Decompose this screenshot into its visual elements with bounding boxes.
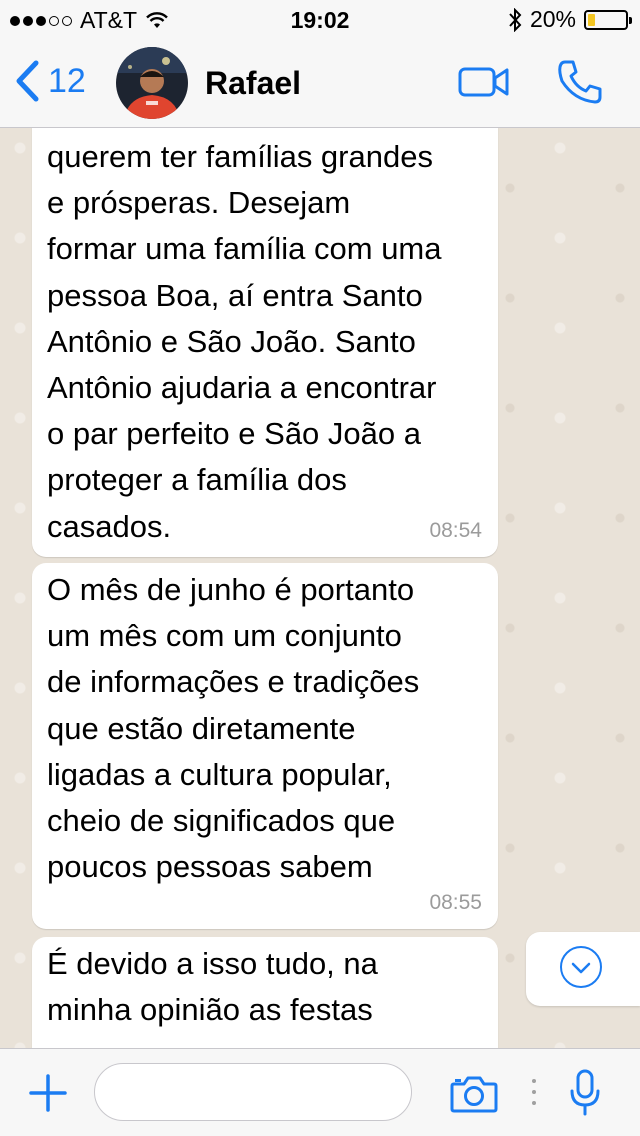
phone-icon — [558, 60, 602, 104]
bluetooth-icon — [509, 7, 522, 32]
chevron-down-icon — [571, 962, 591, 974]
camera-button[interactable] — [450, 1075, 498, 1118]
message-text: É devido a isso tudo, na minha opinião a… — [47, 946, 378, 1028]
chat-header: 12 Rafael — [0, 40, 640, 128]
back-button[interactable]: 12 — [14, 60, 86, 102]
status-bar: AT&T 19:02 20% — [0, 0, 640, 40]
avatar[interactable] — [116, 47, 188, 119]
chevron-left-icon — [16, 60, 39, 102]
plus-icon — [29, 1074, 67, 1112]
voice-call-button[interactable] — [556, 58, 604, 111]
message-bubble[interactable]: O mês de junho é portanto um mês com um … — [32, 563, 498, 929]
video-call-button[interactable] — [458, 65, 510, 104]
status-right: 20% — [508, 6, 632, 33]
message-bubble[interactable]: querem ter famílias grandes e prósperas.… — [32, 128, 498, 557]
message-time: 08:54 — [429, 519, 482, 542]
scroll-to-bottom-button[interactable] — [526, 932, 640, 1006]
message-text: querem ter famílias grandes e prósperas.… — [47, 139, 442, 544]
message-bubble[interactable]: É devido a isso tudo, na minha opinião a… — [32, 937, 498, 1048]
camera-icon — [450, 1076, 498, 1113]
message-text: O mês de junho é portanto um mês com um … — [47, 572, 420, 885]
contact-name[interactable]: Rafael — [205, 65, 301, 102]
input-bar — [0, 1048, 640, 1136]
attach-button[interactable] — [28, 1073, 68, 1118]
battery-level — [588, 13, 596, 26]
unread-count: 12 — [48, 61, 86, 100]
microphone-button[interactable] — [568, 1069, 602, 1122]
battery-icon — [584, 9, 632, 30]
video-call-icon — [458, 67, 509, 97]
chat-area[interactable]: querem ter famílias grandes e prósperas.… — [0, 128, 640, 1048]
message-input[interactable] — [94, 1063, 412, 1121]
microphone-icon — [570, 1069, 600, 1116]
message-time: 08:55 — [429, 891, 482, 914]
more-options-icon[interactable] — [532, 1079, 536, 1105]
battery-percent: 20% — [529, 6, 576, 32]
